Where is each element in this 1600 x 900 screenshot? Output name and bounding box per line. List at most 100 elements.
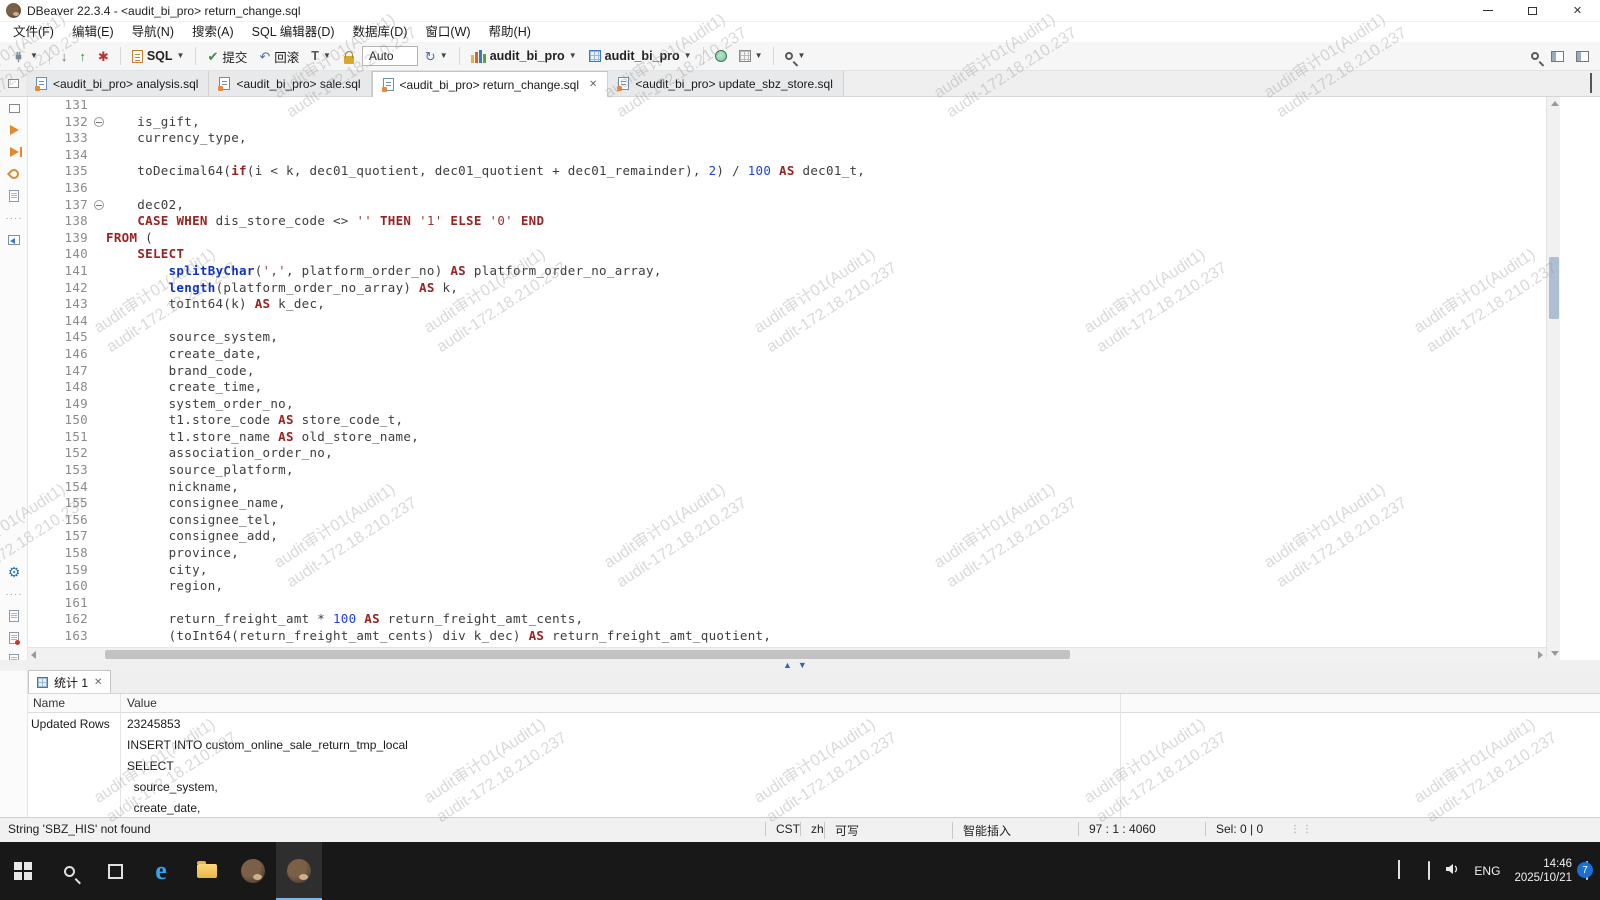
scroll-up-icon[interactable]	[1551, 101, 1559, 106]
stats-row-0[interactable]: Updated Rows23245853	[28, 713, 1600, 734]
scroll-left-icon[interactable]	[31, 651, 36, 659]
arrow-up-button[interactable]: ↑	[74, 44, 91, 68]
results-tab-bar: 统计 1 ✕	[28, 671, 1600, 694]
editor-tab-3[interactable]: <audit_bi_pro> update_sbz_store.sql	[608, 71, 843, 96]
scroll-down-icon[interactable]	[1551, 651, 1559, 656]
stats-row-4[interactable]: create_date,	[28, 797, 1600, 817]
column-header-name[interactable]: Name	[28, 696, 120, 710]
explain-plan-button[interactable]	[0, 163, 28, 185]
vertical-scrollbar[interactable]	[1546, 97, 1560, 660]
schema-selector[interactable]: audit_bi_pro ▼	[584, 44, 697, 68]
menu-item-3[interactable]: 搜索(A)	[183, 22, 243, 42]
settings-button[interactable]: ⚙	[0, 561, 28, 583]
column-divider	[120, 694, 121, 817]
code-line: 137 dec02,	[28, 197, 1546, 214]
volume-button[interactable]	[1444, 862, 1460, 881]
close-button[interactable]: ✕	[1555, 0, 1600, 21]
sql-code-editor[interactable]: 131132 is_gift,133 currency_type,134135 …	[28, 97, 1546, 647]
fold-gutter	[94, 329, 106, 346]
stats-row-1[interactable]: INSERT INTO custom_online_sale_return_tm…	[28, 734, 1600, 755]
edge-button[interactable]: e	[138, 842, 184, 900]
transaction-mode-button[interactable]: T ▼	[306, 44, 336, 68]
window-restore-button[interactable]	[0, 97, 28, 119]
editor-tab-1[interactable]: <audit_bi_pro> sale.sql	[209, 71, 371, 96]
touch-keyboard-button[interactable]	[1428, 862, 1430, 880]
lock-button[interactable]	[338, 44, 360, 68]
more-actions-button-2[interactable]: ····	[0, 583, 28, 605]
horizontal-scrollbar[interactable]	[28, 647, 1546, 660]
rollback-button[interactable]: ↶ 回滚	[254, 44, 304, 68]
cancel-button[interactable]: ✱	[93, 44, 114, 68]
clock[interactable]: 14:46 2025/10/21	[1514, 857, 1572, 885]
menu-item-4[interactable]: SQL 编辑器(D)	[243, 22, 344, 42]
arrow-down-button[interactable]: ↓	[56, 44, 73, 68]
close-icon[interactable]: ✕	[94, 677, 102, 688]
start-button[interactable]	[0, 842, 46, 900]
splitter-collapse-icons[interactable]: ▲▼	[783, 661, 807, 670]
search-dropdown-button[interactable]: ▼	[780, 44, 810, 68]
refresh-button[interactable]: ↻ ▼	[420, 44, 453, 68]
execute-script-button[interactable]	[0, 141, 28, 163]
show-panel-button[interactable]	[0, 229, 28, 251]
maximize-button[interactable]	[1510, 0, 1555, 21]
fold-marker[interactable]	[94, 197, 106, 214]
stats-row-3[interactable]: source_system,	[28, 776, 1600, 797]
taskbar-search-button[interactable]	[46, 842, 92, 900]
menu-item-2[interactable]: 导航(N)	[123, 22, 183, 42]
stats-tab[interactable]: 统计 1 ✕	[28, 670, 111, 693]
triangle-down-icon[interactable]: ▼	[798, 661, 807, 670]
stats-row-name: Updated Rows	[28, 717, 120, 731]
code-line: 151 t1.store_name AS old_store_name,	[28, 429, 1546, 446]
commit-button[interactable]: ✔ 提交	[202, 44, 252, 68]
code-text: brand_code,	[106, 363, 255, 380]
wrench-icon	[7, 167, 21, 181]
action-center-button[interactable]: 7	[1586, 862, 1588, 880]
editor-tab-0[interactable]: <audit_bi_pro> analysis.sql	[26, 71, 209, 96]
task-view-button[interactable]	[92, 842, 138, 900]
restore-editor-button[interactable]	[0, 71, 26, 96]
menu-item-5[interactable]: 数据库(D)	[344, 22, 417, 42]
horizontal-scrollbar-thumb[interactable]	[105, 650, 1070, 659]
code-text: consignee_add,	[106, 528, 278, 545]
clock-date: 2025/10/21	[1514, 871, 1572, 885]
stats-row-2[interactable]: SELECT	[28, 755, 1600, 776]
sql-editor-button[interactable]: SQL ▼	[127, 44, 190, 68]
menu-item-1[interactable]: 编辑(E)	[63, 22, 123, 42]
menu-item-6[interactable]: 窗口(W)	[416, 22, 479, 42]
asterisk-icon: ✱	[98, 50, 109, 63]
input-language-button[interactable]: ENG	[1474, 864, 1500, 878]
show-hidden-icons-button[interactable]	[1398, 862, 1400, 880]
auto-commit-combo[interactable]: Auto	[362, 46, 418, 66]
more-actions-button[interactable]: ····	[0, 207, 28, 229]
dbeaver-taskbar-button-active[interactable]	[276, 842, 322, 900]
tab-close-icon[interactable]: ✕	[589, 79, 597, 90]
vertical-scrollbar-thumb[interactable]	[1549, 257, 1559, 319]
scroll-right-icon[interactable]	[1538, 651, 1543, 659]
dbeaver-taskbar-button[interactable]	[230, 842, 276, 900]
quick-search-button[interactable]	[1526, 44, 1544, 68]
minimize-button[interactable]	[1465, 0, 1510, 21]
layout-button[interactable]	[1571, 44, 1594, 68]
chevron-down-icon: ▼	[684, 52, 692, 60]
editor-tab-2[interactable]: <audit_bi_pro> return_change.sql✕	[372, 71, 609, 97]
error-doc-button[interactable]	[0, 627, 28, 649]
maximize-panel-button[interactable]	[1590, 75, 1592, 93]
chevron-down-icon: ▼	[755, 52, 763, 60]
column-header-value[interactable]: Value	[120, 696, 1600, 710]
triangle-up-icon[interactable]: ▲	[783, 661, 792, 670]
file-explorer-button[interactable]	[184, 842, 230, 900]
execute-statement-button[interactable]	[0, 119, 28, 141]
open-perspective-button[interactable]	[1546, 44, 1569, 68]
panel-splitter[interactable]: ▲▼	[0, 660, 1600, 671]
menu-item-7[interactable]: 帮助(H)	[480, 22, 540, 42]
menu-item-0[interactable]: 文件(F)	[4, 22, 63, 42]
code-line: 150 t1.store_code AS store_code_t,	[28, 412, 1546, 429]
script-button[interactable]	[0, 185, 28, 207]
globe-button[interactable]	[710, 44, 732, 68]
fold-marker[interactable]	[94, 114, 106, 131]
grid-button[interactable]: ▼	[734, 44, 768, 68]
new-connection-button[interactable]: ▼	[6, 44, 43, 68]
line-number: 132	[28, 114, 94, 131]
output-doc-button[interactable]	[0, 605, 28, 627]
database-selector[interactable]: audit_bi_pro ▼	[466, 44, 582, 68]
